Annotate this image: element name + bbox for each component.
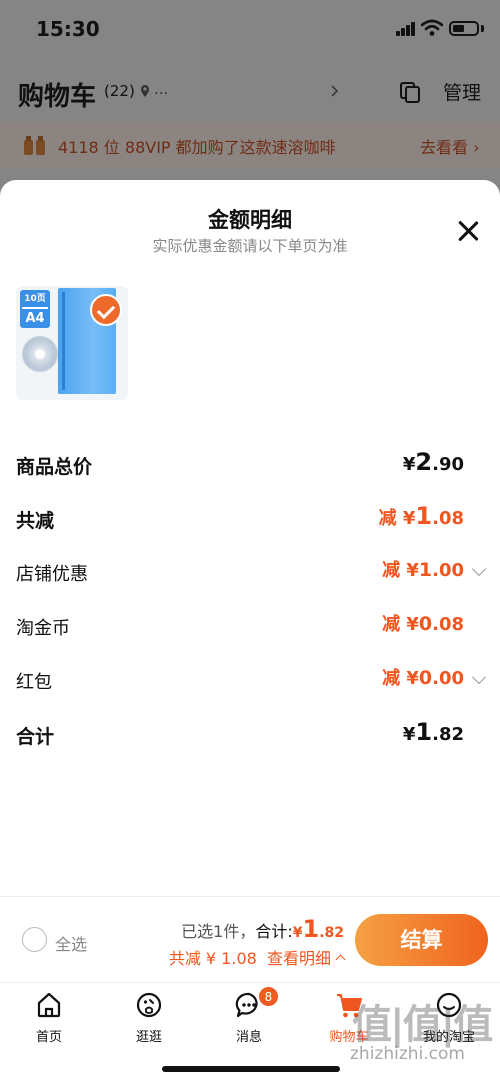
red-packet-prefix: 减 ¥ bbox=[382, 668, 419, 689]
store-discount-prefix: 减 ¥ bbox=[382, 560, 419, 581]
checkout-total-value: ¥1.82 bbox=[293, 915, 344, 943]
promo-link[interactable]: 去看看 › bbox=[420, 134, 480, 158]
amount-detail-sheet: 金额明细 实际优惠金额请以下单页为准 10页 A4 商品总价 ¥2.90 共减 … bbox=[0, 180, 500, 896]
store-discount-main: 1 bbox=[418, 559, 433, 581]
promo-bar[interactable]: 4118 位 88VIP 都加购了这款速溶咖啡 去看看 › bbox=[0, 122, 500, 168]
select-all-checkbox[interactable] bbox=[22, 927, 47, 952]
chevron-right-icon bbox=[331, 85, 339, 97]
tab-explore-label: 逛逛 bbox=[135, 1030, 162, 1045]
manage-button[interactable]: 管理 bbox=[443, 78, 481, 105]
tab-home[interactable]: 首页 bbox=[9, 989, 89, 1049]
total-main: 1 bbox=[415, 718, 433, 746]
total-reduction-value: 减 ¥1.08 bbox=[379, 502, 464, 530]
location-icon[interactable] bbox=[140, 84, 150, 98]
row-red-packet[interactable]: 红包 减 ¥0.00 bbox=[16, 664, 487, 698]
tab-messages-label: 消息 bbox=[235, 1030, 262, 1045]
store-discount-cents: .00 bbox=[432, 560, 464, 581]
message-badge: 8 bbox=[258, 986, 279, 1007]
selection-summary: 已选1件，合计:¥1.82 bbox=[181, 915, 344, 943]
watermark-logo: 值|值|值 bbox=[352, 1002, 493, 1048]
location-text[interactable]: ... bbox=[154, 80, 168, 98]
total-label: 合计 bbox=[16, 726, 55, 748]
taobao-coins-prefix: 减 ¥ bbox=[382, 614, 419, 635]
taobao-coins-cents: .08 bbox=[432, 614, 464, 635]
signal-icon bbox=[396, 22, 416, 36]
tab-explore[interactable]: 逛逛 bbox=[109, 989, 189, 1049]
sheet-subtitle: 实际优惠金额请以下单页为准 bbox=[152, 237, 348, 255]
page-title: 购物车 bbox=[18, 82, 97, 112]
total-reduction-prefix: 减 ¥ bbox=[378, 508, 416, 529]
cart-count: (22) bbox=[104, 82, 135, 100]
row-subtotal: 商品总价 ¥2.90 bbox=[16, 448, 486, 482]
cart-header: 购物车 (22) ... 管理 bbox=[0, 70, 500, 114]
tab-home-label: 首页 bbox=[35, 1030, 62, 1045]
discount-text: 共减 ¥ 1.08 bbox=[168, 949, 257, 968]
copy-icon[interactable] bbox=[399, 81, 421, 103]
coffee-product-icon bbox=[24, 136, 45, 155]
disc-image bbox=[22, 336, 58, 372]
row-total-reduction: 共减 减 ¥1.08 bbox=[16, 502, 486, 536]
red-packet-value: 减 ¥0.00 bbox=[382, 664, 464, 690]
subtotal-value: ¥2.90 bbox=[403, 448, 464, 476]
checkout-total-main: 1 bbox=[302, 915, 320, 943]
checkout-bar: 全选 已选1件，合计:¥1.82 共减 ¥ 1.08 查看明细 结算 bbox=[0, 896, 500, 982]
product-badge: 10页 A4 bbox=[20, 290, 50, 328]
store-discount-label: 店铺优惠 bbox=[16, 564, 88, 585]
battery-icon bbox=[449, 21, 479, 36]
wifi-icon bbox=[421, 19, 443, 36]
checkout-total-cents: .82 bbox=[319, 925, 344, 941]
chevron-up-icon bbox=[335, 954, 346, 965]
promo-text: 4118 位 88VIP 都加购了这款速溶咖啡 bbox=[58, 138, 336, 157]
close-icon[interactable] bbox=[457, 220, 479, 242]
discount-summary[interactable]: 共减 ¥ 1.08 查看明细 bbox=[168, 945, 346, 969]
status-time: 15:30 bbox=[36, 17, 100, 41]
explore-icon bbox=[136, 992, 162, 1018]
red-packet-label: 红包 bbox=[16, 672, 52, 693]
promo-link-label: 去看看 bbox=[420, 138, 469, 157]
row-store-discount[interactable]: 店铺优惠 减 ¥1.00 bbox=[16, 556, 487, 590]
product-badge-top: 10页 bbox=[22, 292, 48, 307]
red-packet-main: 0 bbox=[418, 667, 433, 689]
home-indicator bbox=[162, 1066, 340, 1072]
total-value: ¥1.82 bbox=[403, 718, 464, 746]
chevron-down-icon[interactable] bbox=[471, 561, 487, 577]
status-bar: 15:30 bbox=[0, 0, 500, 60]
total-currency: ¥ bbox=[402, 724, 416, 745]
subtotal-cents: .90 bbox=[432, 454, 464, 475]
taobao-coins-label: 淘金币 bbox=[16, 618, 70, 639]
checkout-button[interactable]: 结算 bbox=[355, 914, 488, 966]
total-reduction-cents: .08 bbox=[432, 508, 464, 529]
total-reduction-main: 1 bbox=[415, 502, 433, 530]
view-detail-link[interactable]: 查看明细 bbox=[267, 949, 331, 968]
store-discount-value: 减 ¥1.00 bbox=[382, 556, 464, 582]
row-total: 合计 ¥1.82 bbox=[16, 718, 486, 752]
home-icon bbox=[37, 992, 61, 1018]
chevron-down-icon[interactable] bbox=[471, 669, 487, 685]
total-cents: .82 bbox=[432, 724, 464, 745]
watermark-url: zhizhizhi.com bbox=[350, 1044, 465, 1064]
battery-tip bbox=[481, 25, 484, 32]
sheet-title: 金额明细 bbox=[208, 208, 292, 232]
selected-count: 已选1件， bbox=[181, 922, 256, 941]
product-badge-bottom: A4 bbox=[22, 307, 48, 326]
red-packet-cents: .00 bbox=[432, 668, 464, 689]
subtotal-currency: ¥ bbox=[402, 454, 416, 475]
select-all-label[interactable]: 全选 bbox=[55, 931, 87, 955]
checkout-total-label: 合计: bbox=[255, 922, 293, 941]
total-reduction-label: 共减 bbox=[16, 510, 55, 532]
taobao-coins-value: 减 ¥0.08 bbox=[382, 610, 464, 636]
checkmark-icon bbox=[90, 294, 122, 326]
subtotal-label: 商品总价 bbox=[16, 456, 93, 478]
background-page: 15:30 购物车 (22) ... 管理 4118 位 88VIP 都加购了这… bbox=[0, 0, 500, 200]
taobao-coins-main: 0 bbox=[418, 613, 433, 635]
row-taobao-coins: 淘金币 减 ¥0.08 bbox=[16, 610, 486, 644]
subtotal-main: 2 bbox=[415, 448, 433, 476]
